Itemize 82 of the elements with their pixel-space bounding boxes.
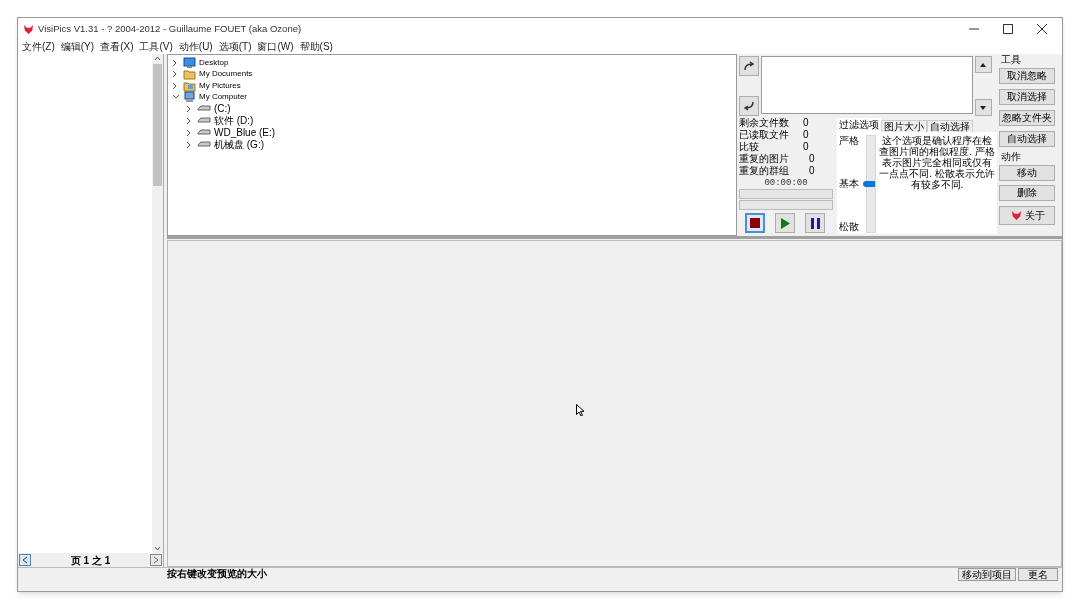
status-field: 移动到项目 [958,567,1016,581]
remove-folder-button[interactable] [739,96,759,116]
scroll-down-icon[interactable] [154,546,161,551]
button[interactable]: 移动 [999,164,1055,181]
tree-item[interactable]: 机械盘 (G:) [214,140,264,150]
curved-arrow-icon [743,100,755,112]
button[interactable]: 自动选择 [999,131,1055,147]
menu-item[interactable]: 动作(U) [178,42,213,52]
stat-value: 0 [803,130,809,140]
tree-item[interactable]: WD_Blue (E:) [214,128,276,138]
status-field: 更名 [1018,567,1058,581]
stat-label: 重复的图片 [739,154,790,164]
tree-item[interactable]: My Pictures [199,81,241,90]
fox-logo-icon [1009,210,1023,221]
computer-icon [183,91,196,104]
stat-value: 0 [809,166,815,176]
cursor-icon [575,403,584,416]
scrollbar[interactable] [152,54,163,553]
scroll-thumb[interactable] [153,64,162,186]
previous-page-icon[interactable] [19,554,31,566]
group-title: 工具 [1000,54,1022,65]
slider-label: 严格 [839,136,860,146]
fox-logo-icon [23,23,34,35]
drive-icon [197,129,211,137]
move-up-button[interactable] [975,56,992,73]
drive-icon [197,141,211,149]
stat-label: 剩余文件数 [739,118,790,128]
scroll-up-icon[interactable] [154,56,161,61]
drive-icon [197,105,211,113]
group-title: 动作 [1000,151,1022,162]
menu-item[interactable]: 选项(T) [218,42,252,52]
stat-value: 0 [803,142,809,152]
stat-value: 0 [809,154,815,164]
menu-item[interactable]: 工具(V) [139,42,173,52]
curved-arrow-icon [743,60,755,72]
next-page-icon[interactable] [150,554,162,566]
menu-item[interactable]: 编辑(Y) [60,42,95,52]
slider-track[interactable] [866,135,876,233]
play-icon [780,217,790,229]
filter-description: 这个选项是确认程序在检查图片间的相似程度. 严格表示图片完全相同或仅有一点点不同. 松散表示允许有较多不同. [879,135,995,192]
menu-item[interactable]: 查看(X) [100,42,134,52]
button[interactable]: 取消选择 [999,89,1055,105]
tree-item[interactable]: Desktop [199,58,229,67]
stop-icon [750,218,760,228]
button[interactable]: 忽略文件夹 [999,110,1055,126]
stat-label: 重复的群组 [739,166,790,176]
tab[interactable]: 自动选择 [927,120,973,132]
move-down-button[interactable] [975,99,992,116]
pause-icon [810,217,820,229]
status-hint: 按右键改变预览的大小 [167,569,268,579]
add-folder-button[interactable] [739,56,759,76]
tree-item[interactable]: My Computer [199,93,247,102]
elapsed-time: 00:00:00 [763,178,809,188]
folder-icon [183,79,196,92]
up-triangle-icon [979,61,988,68]
menu-item[interactable]: 文件(Z) [22,42,55,52]
button[interactable]: 删除 [999,184,1055,201]
stat-label: 比较 [739,142,760,152]
slider-label: 基本 [839,179,860,189]
tree-item[interactable]: My Documents [199,70,253,79]
expander-icon[interactable] [172,94,180,101]
tree-item[interactable]: 软件 (D:) [214,116,254,126]
stat-label: 已读取文件 [739,130,790,140]
slider-label: 松散 [839,222,860,232]
menu-item[interactable]: 帮助(S) [299,42,333,52]
pause-button[interactable] [805,213,825,233]
menu-item[interactable]: 窗口(W) [257,42,294,52]
stop-button[interactable] [745,213,765,233]
page-indicator: 页 1 之 1 [70,553,111,568]
folder-icon [183,68,196,81]
slider-thumb[interactable] [863,181,875,187]
tab[interactable]: 过滤选项 [837,118,881,132]
button[interactable]: 取消忽略 [999,68,1055,84]
drive-icon [197,117,211,125]
desktop-icon [183,56,196,69]
down-triangle-icon [979,104,988,111]
stat-value: 0 [803,118,809,128]
about-button[interactable]: 关于 [999,206,1055,225]
play-button[interactable] [775,213,795,233]
tab[interactable]: 图片大小 [881,120,927,132]
tree-item[interactable]: (C:) [214,104,231,114]
window-title: VisiPics V1.31 - ? 2004-2012 - Guillaume FOUET (aka Ozone) [38,21,302,36]
